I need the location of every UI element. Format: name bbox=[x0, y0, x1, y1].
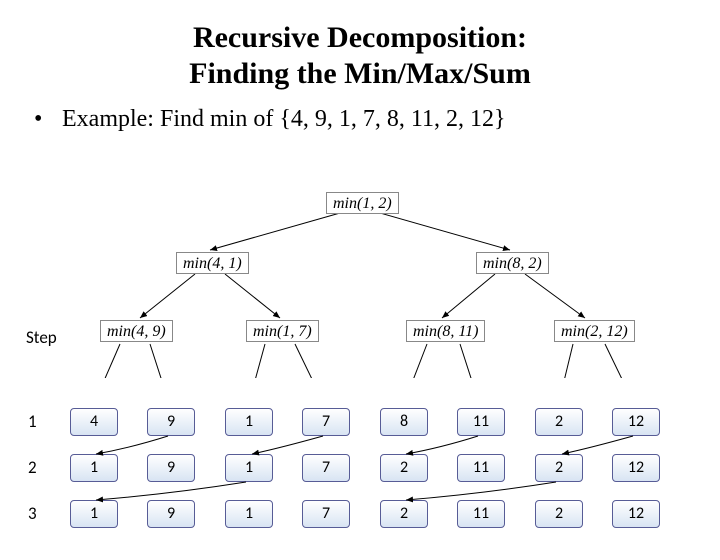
step-arrows bbox=[0, 408, 720, 548]
title-line1: Recursive Decomposition: bbox=[193, 21, 527, 54]
tree-node-root: min(1, 2) bbox=[326, 192, 399, 214]
tree-edges bbox=[0, 188, 720, 378]
example-line: • Example: Find min of {4, 9, 1, 7, 8, 1… bbox=[34, 106, 720, 133]
example-text: Example: Find min of {4, 9, 1, 7, 8, 11,… bbox=[62, 106, 505, 132]
tree-node-r: min(8, 2) bbox=[476, 252, 549, 274]
recursion-tree: min(1, 2) min(4, 1) min(8, 2) min(4, 9) … bbox=[0, 188, 720, 378]
step-header: Step bbox=[26, 327, 57, 348]
tree-node-l: min(4, 1) bbox=[176, 252, 249, 274]
page-title: Recursive Decomposition: Finding the Min… bbox=[0, 20, 720, 92]
tree-node-lr: min(1, 7) bbox=[246, 320, 319, 342]
title-line2: Finding the Min/Max/Sum bbox=[189, 57, 531, 90]
bullet-icon: • bbox=[34, 106, 56, 133]
tree-node-rl: min(8, 11) bbox=[406, 320, 485, 342]
tree-node-rr: min(2, 12) bbox=[554, 320, 635, 342]
step-table: 1 2 3 4 9 1 7 8 11 2 12 1 9 1 7 2 11 2 1… bbox=[0, 408, 720, 548]
tree-node-ll: min(4, 9) bbox=[100, 320, 173, 342]
